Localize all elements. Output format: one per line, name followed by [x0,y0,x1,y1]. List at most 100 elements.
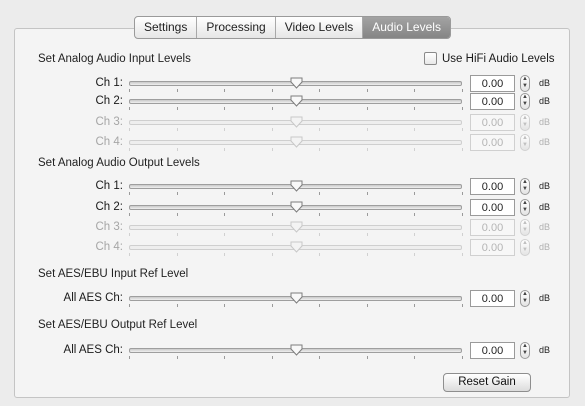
stepper-down-icon[interactable]: ▼ [522,227,528,233]
analog-output-section-title: Set Analog Audio Output Levels [38,157,200,169]
level-value-field: 0.00 [470,114,515,131]
tab-processing[interactable]: Processing [197,17,276,38]
slider-tick [366,233,368,236]
stepper-down-icon[interactable]: ▼ [522,142,528,148]
stepper-up-icon[interactable]: ▲ [522,291,528,297]
slider-tick [129,192,130,195]
slider-tick [319,253,321,256]
level-slider[interactable] [129,75,463,93]
level-stepper[interactable]: ▲ ▼ [520,178,530,195]
slider-tick [366,192,368,195]
slider-tick [224,304,226,307]
unit-label: dB [539,117,551,127]
level-stepper: ▲ ▼ [520,114,530,131]
stepper-down-icon[interactable]: ▼ [522,247,528,253]
stepper-down-icon[interactable]: ▼ [522,350,528,356]
aes-input-section-title: Set AES/EBU Input Ref Level [38,268,189,280]
slider-tick [366,89,368,92]
channel-label: Ch 4: [95,136,124,148]
level-slider [129,134,463,152]
slider-tick [366,356,368,359]
tab-audio-levels[interactable]: Audio Levels [363,17,450,38]
unit-label: dB [539,202,551,212]
slider-tick [271,128,273,131]
stepper-down-icon[interactable]: ▼ [522,207,528,213]
slider-tick [414,89,416,92]
slider-tick [176,213,178,216]
hifi-label: Use HiFi Audio Levels [442,52,555,65]
slider-thumb[interactable] [290,201,303,213]
level-slider[interactable] [129,342,463,360]
level-value-field[interactable]: 0.00 [470,178,515,195]
slider-tick [462,128,463,131]
hifi-audio-levels-option[interactable]: Use HiFi Audio Levels [424,52,555,65]
slider-tick [176,107,178,110]
tab-settings[interactable]: Settings [135,17,198,38]
stepper-up-icon[interactable]: ▲ [522,343,528,349]
stepper-up-icon[interactable]: ▲ [522,115,528,121]
aes-output-section-title: Set AES/EBU Output Ref Level [38,319,198,331]
slider-tick [129,213,130,216]
level-stepper[interactable]: ▲ ▼ [520,342,530,359]
stepper-down-icon[interactable]: ▼ [522,298,528,304]
slider-tick [271,107,273,110]
slider-thumb [290,116,302,128]
slider-tick [414,107,416,110]
slider-tick [414,128,416,131]
level-value-field[interactable]: 0.00 [470,342,515,359]
slider-tick [319,192,321,195]
level-stepper[interactable]: ▲ ▼ [520,199,530,216]
slider-tick [414,213,416,216]
stepper-down-icon[interactable]: ▼ [522,186,528,192]
unit-label: dB [539,345,551,355]
stepper-down-icon[interactable]: ▼ [522,122,528,128]
level-value-field[interactable]: 0.00 [470,199,515,216]
level-value-field: 0.00 [470,134,515,151]
level-stepper[interactable]: ▲ ▼ [520,93,530,110]
reset-gain-button[interactable]: Reset Gain [443,373,531,392]
stepper-up-icon[interactable]: ▲ [522,179,528,185]
level-value-field[interactable]: 0.00 [470,93,515,110]
stepper-up-icon[interactable]: ▲ [522,94,528,100]
level-stepper[interactable]: ▲ ▼ [520,290,530,307]
slider-tick [176,128,178,131]
level-value-field: 0.00 [470,219,515,236]
level-stepper[interactable]: ▲ ▼ [520,75,530,92]
stepper-down-icon[interactable]: ▼ [522,101,528,107]
channel-label: All AES Ch: [63,292,123,304]
level-slider[interactable] [129,290,463,308]
level-value-field[interactable]: 0.00 [470,75,515,92]
channel-label: Ch 1: [95,77,124,89]
slider-tick [224,148,226,151]
level-slider[interactable] [129,178,463,196]
slider-thumb[interactable] [290,180,303,192]
level-row-aes-in: All AES Ch: 0.00 ▲ ▼ dB [0,290,585,308]
stepper-up-icon[interactable]: ▲ [522,76,528,82]
slider-tick [129,148,130,151]
stepper-up-icon[interactable]: ▲ [522,220,528,226]
slider-tick [462,213,463,216]
tab-bar: Settings Processing Video Levels Audio L… [134,16,451,39]
slider-thumb[interactable] [290,292,303,304]
level-row-out-ch4: Ch 4: 0.00 ▲ ▼ dB [0,239,585,257]
level-slider[interactable] [129,199,463,217]
tab-video-levels[interactable]: Video Levels [276,17,364,38]
hifi-checkbox[interactable] [424,52,437,65]
channel-label: Ch 2: [95,201,124,213]
slider-tick [176,304,178,307]
level-slider[interactable] [129,93,463,111]
stepper-down-icon[interactable]: ▼ [522,83,528,89]
slider-thumb[interactable] [290,344,303,356]
slider-thumb[interactable] [290,95,303,107]
stepper-up-icon[interactable]: ▲ [522,135,528,141]
analog-input-section-title: Set Analog Audio Input Levels [38,53,191,65]
stepper-up-icon[interactable]: ▲ [522,200,528,206]
slider-tick [414,148,416,151]
slider-thumb[interactable] [290,77,303,89]
unit-label: dB [539,181,551,191]
slider-tick [224,213,226,216]
slider-tick [129,89,130,92]
stepper-up-icon[interactable]: ▲ [522,240,528,246]
channel-label: All AES Ch: [63,344,123,356]
level-value-field[interactable]: 0.00 [470,290,515,307]
